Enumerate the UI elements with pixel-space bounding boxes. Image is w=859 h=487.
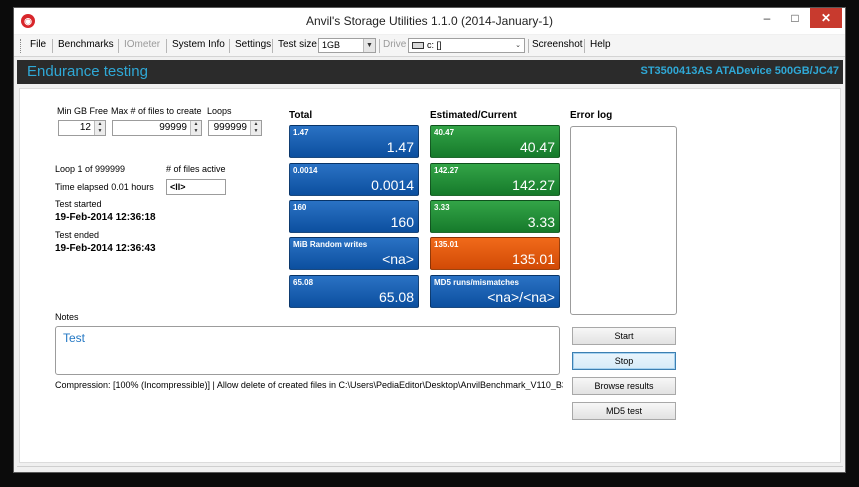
current-tile: 40.47 40.47 — [430, 125, 560, 158]
menu-separator — [528, 39, 529, 53]
max-files-label: Max # of files to create — [111, 106, 202, 116]
test-size-value: 1GB — [322, 40, 341, 50]
notes-text: Test — [63, 331, 86, 345]
tile-caption: 40.47 — [434, 128, 455, 137]
tile-caption: 160 — [293, 203, 307, 212]
total-tile: 65.08 65.08 — [289, 275, 419, 308]
menu-separator — [229, 39, 230, 53]
current-tile: 135.01 135.01 — [430, 237, 560, 270]
loops-input[interactable]: 999999 ▲ ▼ — [208, 120, 262, 136]
tile-value: <na>/<na> — [487, 289, 555, 305]
spinner-icon[interactable]: ▲ ▼ — [190, 121, 201, 135]
hard-drive-icon — [412, 42, 424, 49]
total-heading: Total — [289, 110, 313, 121]
tile-value: 135.01 — [512, 251, 555, 267]
title-bar: ◉ Anvil's Storage Utilities 1.1.0 (2014-… — [14, 8, 845, 34]
tile-caption: 142.27 — [434, 166, 459, 175]
menu-bar: File Benchmarks IOmeter System Info Sett… — [14, 35, 845, 57]
menu-separator — [584, 39, 585, 53]
minimize-button[interactable]: – — [753, 8, 781, 28]
min-gb-free-label: Min GB Free — [57, 106, 109, 116]
drive-label: Drive — [383, 39, 407, 50]
test-size-select[interactable]: 1GB ▼ — [318, 38, 376, 53]
tile-value: 40.47 — [519, 139, 555, 155]
menu-separator — [166, 39, 167, 53]
menu-iometer[interactable]: IOmeter — [124, 39, 160, 50]
notes-label: Notes — [55, 312, 79, 322]
tile-caption: MD5 runs/mismatches — [434, 278, 519, 287]
menu-settings[interactable]: Settings — [235, 39, 271, 50]
menu-separator — [52, 39, 53, 53]
chevron-down-icon[interactable]: ⌄ — [512, 39, 524, 52]
tile-caption: 0.0014 — [293, 166, 318, 175]
browse-results-button[interactable]: Browse results — [572, 377, 676, 395]
tile-value: 1.47 — [386, 139, 414, 155]
tile-caption: 1.47 — [293, 128, 309, 137]
window-title: Anvil's Storage Utilities 1.1.0 (2014-Ja… — [305, 14, 554, 28]
total-tile: 1.47 1.47 — [289, 125, 419, 158]
endurance-panel: Min GB Free Max # of files to create Loo… — [19, 88, 841, 463]
test-size-label: Test size — [278, 39, 317, 50]
files-active-label: # of files active — [166, 164, 226, 174]
loops-label: Loops — [207, 106, 232, 116]
error-log-heading: Error log — [570, 110, 613, 121]
drive-value: c: [] — [427, 40, 442, 50]
toolbar-grip-icon[interactable] — [20, 39, 23, 53]
md5-test-button[interactable]: MD5 test — [572, 402, 676, 420]
stop-button[interactable]: Stop — [572, 352, 676, 370]
estimated-current-heading: Estimated/Current — [430, 110, 517, 121]
chevron-down-icon[interactable]: ▼ — [363, 39, 375, 52]
device-name: ST3500413AS ATADevice 500GB/JC47 — [640, 65, 839, 77]
tile-value: 3.33 — [527, 214, 555, 230]
total-tile: 160 160 — [289, 200, 419, 233]
max-files-value: 99999 — [159, 122, 187, 133]
page-title: Endurance testing — [27, 63, 148, 80]
tile-caption: 135.01 — [434, 240, 459, 249]
compression-info: Compression: [100% (Incompressible)] | A… — [55, 380, 563, 390]
total-tile: 0.0014 0.0014 — [289, 163, 419, 196]
start-button[interactable]: Start — [572, 327, 676, 345]
menu-help[interactable]: Help — [590, 39, 611, 50]
menu-benchmarks[interactable]: Benchmarks — [58, 39, 114, 50]
menu-file[interactable]: File — [30, 39, 46, 50]
max-files-input[interactable]: 99999 ▲ ▼ — [112, 120, 202, 136]
menu-separator — [379, 39, 380, 53]
tile-value: 0.0014 — [371, 177, 414, 193]
loop-counter: Loop 1 of 999999 — [55, 164, 126, 174]
close-button[interactable]: ✕ — [810, 8, 842, 28]
drive-select[interactable]: c: [] ⌄ — [408, 38, 525, 53]
test-ended-label: Test ended — [55, 230, 100, 240]
status-divider — [17, 466, 843, 467]
tile-caption: 65.08 — [293, 278, 314, 287]
current-tile: 142.27 142.27 — [430, 163, 560, 196]
tile-caption: 3.33 — [434, 203, 450, 212]
files-active-field[interactable]: <ll> — [166, 179, 226, 195]
tile-value: 65.08 — [378, 289, 414, 305]
tile-caption: MiB Random writes — [293, 240, 368, 249]
current-tile: 3.33 3.33 — [430, 200, 560, 233]
min-gb-free-input[interactable]: 12 ▲ ▼ — [58, 120, 106, 136]
error-log-box[interactable] — [570, 126, 677, 315]
section-header: Endurance testing ST3500413AS ATADevice … — [17, 60, 843, 84]
spinner-icon[interactable]: ▲ ▼ — [94, 121, 105, 135]
spinner-icon[interactable]: ▲ ▼ — [250, 121, 261, 135]
min-gb-free-value: 12 — [79, 122, 91, 133]
menu-separator — [118, 39, 119, 53]
current-tile: MD5 runs/mismatches <na>/<na> — [430, 275, 560, 308]
tile-value: 160 — [390, 214, 414, 230]
tile-value: 142.27 — [512, 177, 555, 193]
notes-textarea[interactable]: Test — [55, 326, 560, 375]
menu-screenshot[interactable]: Screenshot — [532, 39, 583, 50]
test-started-value: 19-Feb-2014 12:36:18 — [55, 212, 156, 223]
total-tile: MiB Random writes <na> — [289, 237, 419, 270]
menu-system-info[interactable]: System Info — [172, 39, 225, 50]
tile-value: <na> — [382, 251, 414, 267]
time-elapsed: Time elapsed 0.01 hours — [55, 182, 154, 192]
test-started-label: Test started — [55, 199, 102, 209]
test-ended-value: 19-Feb-2014 12:36:43 — [55, 243, 156, 254]
maximize-button[interactable]: □ — [781, 8, 809, 28]
loops-value: 999999 — [213, 122, 247, 133]
app-window: ◉ Anvil's Storage Utilities 1.1.0 (2014-… — [13, 7, 846, 473]
menu-separator — [272, 39, 273, 53]
